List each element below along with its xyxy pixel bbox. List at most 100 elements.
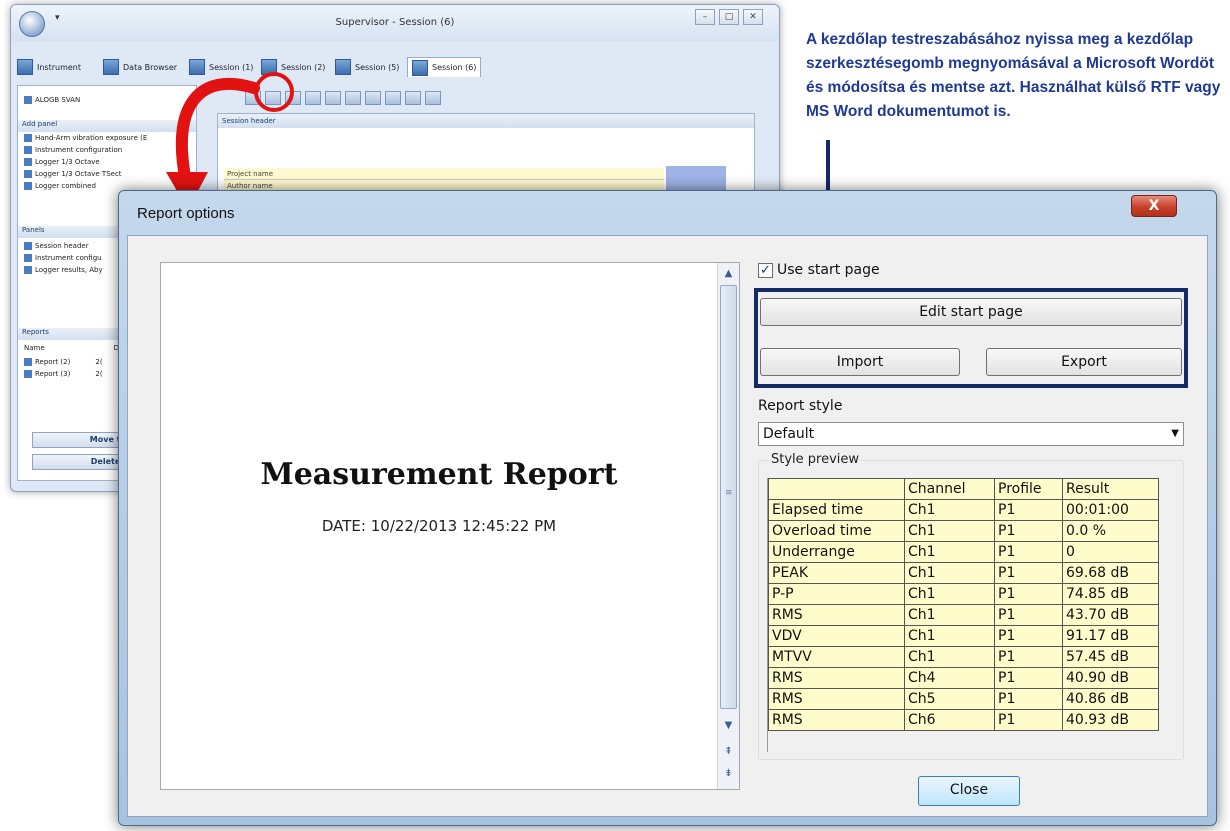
table-cell: P-P xyxy=(768,583,905,605)
table-cell: P1 xyxy=(994,583,1063,605)
table-cell: Ch1 xyxy=(904,604,995,626)
project-name-field[interactable]: Project name xyxy=(224,168,664,180)
table-row: RMS Ch5 P1 40.86 dB xyxy=(768,688,1159,710)
text-style-icon[interactable] xyxy=(425,91,441,105)
start-page-preview[interactable]: Measurement Report DATE: 10/22/2013 12:4… xyxy=(160,262,740,790)
table-cell: MTVV xyxy=(768,646,905,668)
table-cell: 74.85 dB xyxy=(1062,583,1159,605)
data-browser-icon xyxy=(103,59,119,75)
session-icon xyxy=(412,59,428,76)
report-icon xyxy=(24,370,32,378)
close-window-button[interactable]: ✕ xyxy=(743,9,763,25)
table-cell: 43.70 dB xyxy=(1062,604,1159,626)
page-up-icon[interactable]: ⇞ xyxy=(720,743,737,761)
table-cell: 00:01:00 xyxy=(1062,499,1159,521)
maximize-button[interactable]: □ xyxy=(719,9,739,25)
column-header: Result xyxy=(1062,478,1159,500)
window-title: Supervisor - Session (6) xyxy=(335,17,455,28)
session-icon xyxy=(335,59,351,75)
style-preview-label: Style preview xyxy=(769,452,862,467)
table-cell: Ch5 xyxy=(904,688,995,710)
table-row: Overload time Ch1 P1 0.0 % xyxy=(768,520,1159,542)
table-cell: Ch1 xyxy=(904,520,995,542)
tab-session-6[interactable]: Session (6) xyxy=(407,57,482,77)
export-button[interactable]: Export xyxy=(986,348,1182,376)
checkbox-check-icon[interactable]: ✓ xyxy=(758,262,773,278)
report-icon xyxy=(24,358,32,366)
scroll-down-icon[interactable]: ▼ xyxy=(720,717,737,735)
table-cell: Underrange xyxy=(768,541,905,563)
panel-icon xyxy=(24,170,32,178)
instrument-icon xyxy=(17,59,33,75)
report-style-label: Report style xyxy=(758,398,843,414)
report-style-select[interactable]: Default ▼ xyxy=(758,422,1184,446)
table-cell: P1 xyxy=(994,667,1063,689)
panel-icon xyxy=(24,254,32,262)
add-panel-item[interactable]: Instrument configuration xyxy=(24,146,122,154)
add-panel-item[interactable]: Logger 1/3 Octave TSect xyxy=(24,170,122,178)
minimize-button[interactable]: – xyxy=(695,9,715,25)
style-preview-table-wrap: Channel Profile Result Elapsed time Ch1 P1… xyxy=(767,478,1171,752)
zoom-in-icon[interactable] xyxy=(305,91,321,105)
close-icon[interactable]: X xyxy=(1131,195,1177,217)
style-preview-group: Style preview Channel Profile Result Ela… xyxy=(758,452,1184,760)
grip-icon: ≡ xyxy=(725,488,733,498)
table-cell: P1 xyxy=(994,604,1063,626)
add-panel-item[interactable]: Hand-Arm vibration exposure (E xyxy=(24,134,147,142)
tab-session-5[interactable]: Session (5) xyxy=(335,57,399,77)
instrument-item[interactable]: ALOGB SVAN xyxy=(24,96,80,104)
style-preview-table: Channel Profile Result Elapsed time Ch1 P1… xyxy=(768,478,1159,731)
annotation-text: A kezdőlap testreszabásához nyissa meg a… xyxy=(806,31,1221,120)
report-item[interactable]: Report (2) 2( xyxy=(24,358,103,366)
table-cell: P1 xyxy=(994,709,1063,731)
table-cell: 40.86 dB xyxy=(1062,688,1159,710)
table-row: Underrange Ch1 P1 0 xyxy=(768,541,1159,563)
table-cell: Ch1 xyxy=(904,625,995,647)
table-cell: 40.93 dB xyxy=(1062,709,1159,731)
session-header-title: Session header xyxy=(218,114,754,128)
zoom-out-icon[interactable] xyxy=(325,91,341,105)
table-cell: Ch1 xyxy=(904,499,995,521)
table-cell: P1 xyxy=(994,562,1063,584)
report-options-dialog: Report options X Measurement Report DATE… xyxy=(118,190,1217,826)
dropdown-arrow-icon: ▼ xyxy=(1171,428,1179,439)
add-panel-item[interactable]: Logger combined xyxy=(24,182,96,190)
table-row: VDV Ch1 P1 91.17 dB xyxy=(768,625,1159,647)
text-style-icon[interactable] xyxy=(405,91,421,105)
use-start-page-checkbox[interactable]: ✓ Use start page xyxy=(758,262,880,278)
panel-item[interactable]: Instrument configu xyxy=(24,254,102,262)
filter-icon[interactable] xyxy=(345,91,361,105)
panel-icon xyxy=(24,146,32,154)
reports-column-name[interactable]: NameDi xyxy=(24,344,121,352)
scroll-thumb[interactable]: ≡ xyxy=(720,285,737,709)
panel-item[interactable]: Logger results, Aby xyxy=(24,266,103,274)
report-item[interactable]: Report (3) 2( xyxy=(24,370,103,378)
units-icon[interactable] xyxy=(365,91,381,105)
page-down-icon[interactable]: ⇟ xyxy=(720,765,737,783)
import-button[interactable]: Import xyxy=(760,348,960,376)
panel-icon xyxy=(24,242,32,250)
dialog-body: Measurement Report DATE: 10/22/2013 12:4… xyxy=(127,235,1208,817)
table-row: MTVV Ch1 P1 57.45 dB xyxy=(768,646,1159,668)
table-cell: P1 xyxy=(994,625,1063,647)
table-cell: RMS xyxy=(768,688,905,710)
tab-instrument[interactable]: Instrument xyxy=(17,57,81,77)
scroll-up-icon[interactable]: ▲ xyxy=(720,265,737,283)
text-style-icon[interactable] xyxy=(385,91,401,105)
table-row: P-P Ch1 P1 74.85 dB xyxy=(768,583,1159,605)
table-cell: Elapsed time xyxy=(768,499,905,521)
add-panel-item[interactable]: Logger 1/3 Octave xyxy=(24,158,100,166)
panel-icon xyxy=(24,158,32,166)
preview-date: DATE: 10/22/2013 12:45:22 PM xyxy=(321,517,557,535)
table-cell: 69.68 dB xyxy=(1062,562,1159,584)
edit-start-page-button[interactable]: Edit start page xyxy=(760,298,1182,326)
vertical-scrollbar[interactable]: ▲ ≡ ▼ ⇞ ⇟ xyxy=(717,263,739,789)
table-cell: P1 xyxy=(994,688,1063,710)
column-header: Profile xyxy=(994,478,1063,500)
panel-icon xyxy=(24,134,32,142)
close-button[interactable]: Close xyxy=(918,776,1020,806)
panel-item[interactable]: Session header xyxy=(24,242,89,250)
column-header: Channel xyxy=(904,478,995,500)
dialog-title: Report options xyxy=(137,205,235,222)
table-row: RMS Ch1 P1 43.70 dB xyxy=(768,604,1159,626)
